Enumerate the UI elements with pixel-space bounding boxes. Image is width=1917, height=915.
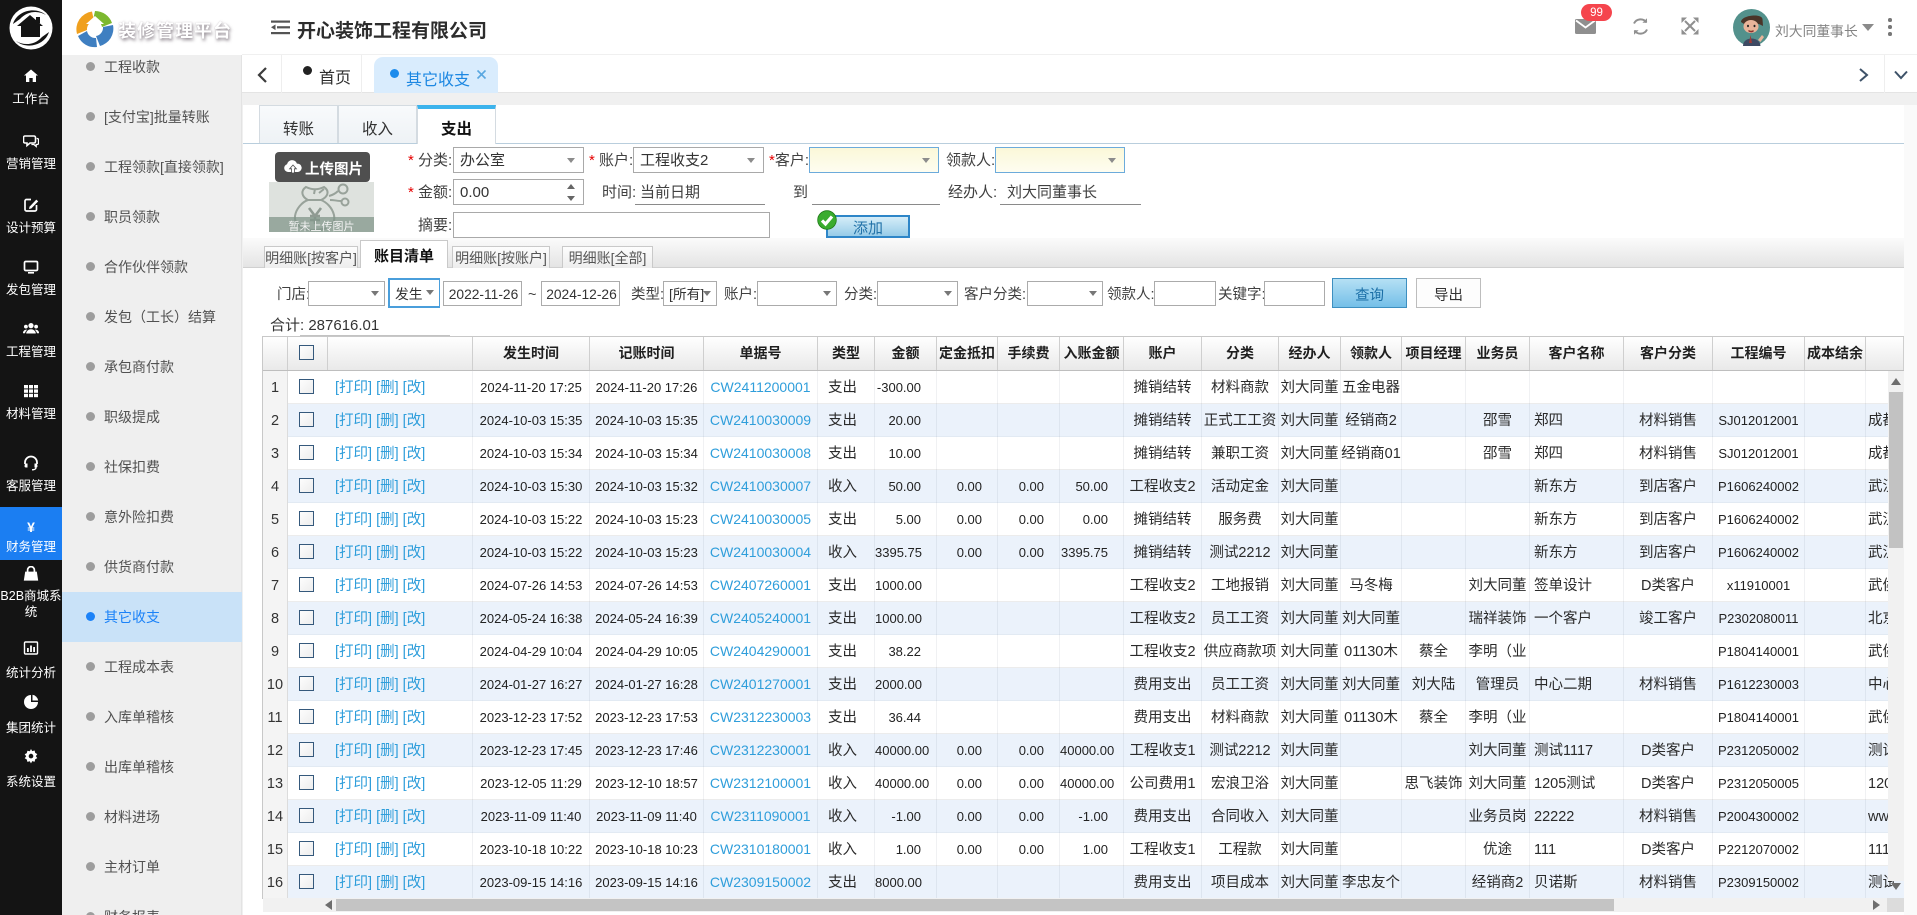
- svg-text:¥: ¥: [27, 519, 35, 535]
